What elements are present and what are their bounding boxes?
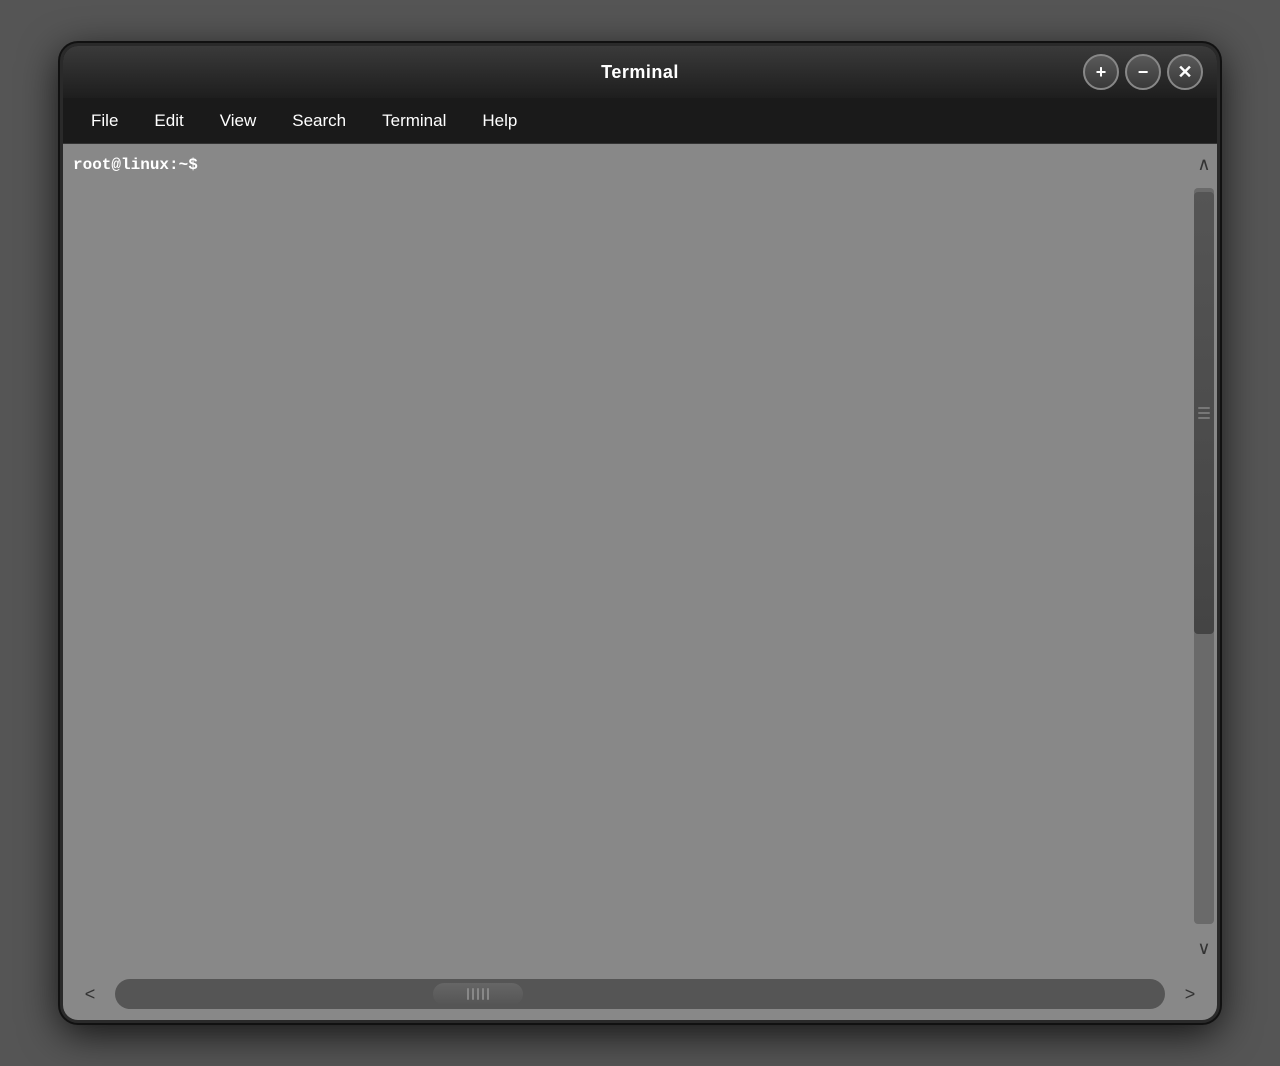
- h-grip-5: [487, 988, 489, 1000]
- window-controls: + − ✕: [1083, 54, 1203, 90]
- scroll-left-button[interactable]: <: [71, 976, 109, 1012]
- grip-line-3: [1198, 417, 1210, 419]
- menu-terminal[interactable]: Terminal: [364, 105, 464, 137]
- close-button[interactable]: ✕: [1167, 54, 1203, 90]
- scroll-thumb-vertical[interactable]: [1194, 192, 1214, 634]
- h-grip-4: [482, 988, 484, 1000]
- grip-line-2: [1198, 412, 1210, 414]
- scrollbar-horizontal: < >: [63, 968, 1217, 1020]
- minimize-button[interactable]: −: [1125, 54, 1161, 90]
- scroll-track-horizontal[interactable]: [115, 979, 1165, 1009]
- terminal-window: Terminal + − ✕ File Edit View Search Ter…: [60, 43, 1220, 1023]
- add-tab-button[interactable]: +: [1083, 54, 1119, 90]
- prompt-text: root@linux:~$: [73, 156, 198, 174]
- titlebar: Terminal + − ✕: [63, 46, 1217, 98]
- scrollbar-vertical: ∧ ∨: [1191, 144, 1217, 968]
- terminal-wrapper: root@linux:~$ ∧ ∨: [63, 144, 1217, 968]
- grip-line-1: [1198, 407, 1210, 409]
- scroll-thumb-horizontal[interactable]: [433, 983, 523, 1005]
- menu-edit[interactable]: Edit: [136, 105, 201, 137]
- scroll-down-button[interactable]: ∨: [1191, 928, 1217, 968]
- h-grip-2: [472, 988, 474, 1000]
- menubar: File Edit View Search Terminal Help: [63, 98, 1217, 144]
- menu-file[interactable]: File: [73, 105, 136, 137]
- h-grip-3: [477, 988, 479, 1000]
- menu-help[interactable]: Help: [464, 105, 535, 137]
- window-title: Terminal: [601, 62, 679, 83]
- menu-view[interactable]: View: [202, 105, 275, 137]
- h-grip-1: [467, 988, 469, 1000]
- terminal-content[interactable]: root@linux:~$: [63, 144, 1191, 968]
- prompt-line: root@linux:~$: [73, 156, 1181, 174]
- menu-search[interactable]: Search: [274, 105, 364, 137]
- scroll-right-button[interactable]: >: [1171, 976, 1209, 1012]
- scroll-grip-vertical: [1198, 407, 1210, 419]
- scroll-up-button[interactable]: ∧: [1191, 144, 1217, 184]
- scroll-track-vertical[interactable]: [1194, 188, 1214, 924]
